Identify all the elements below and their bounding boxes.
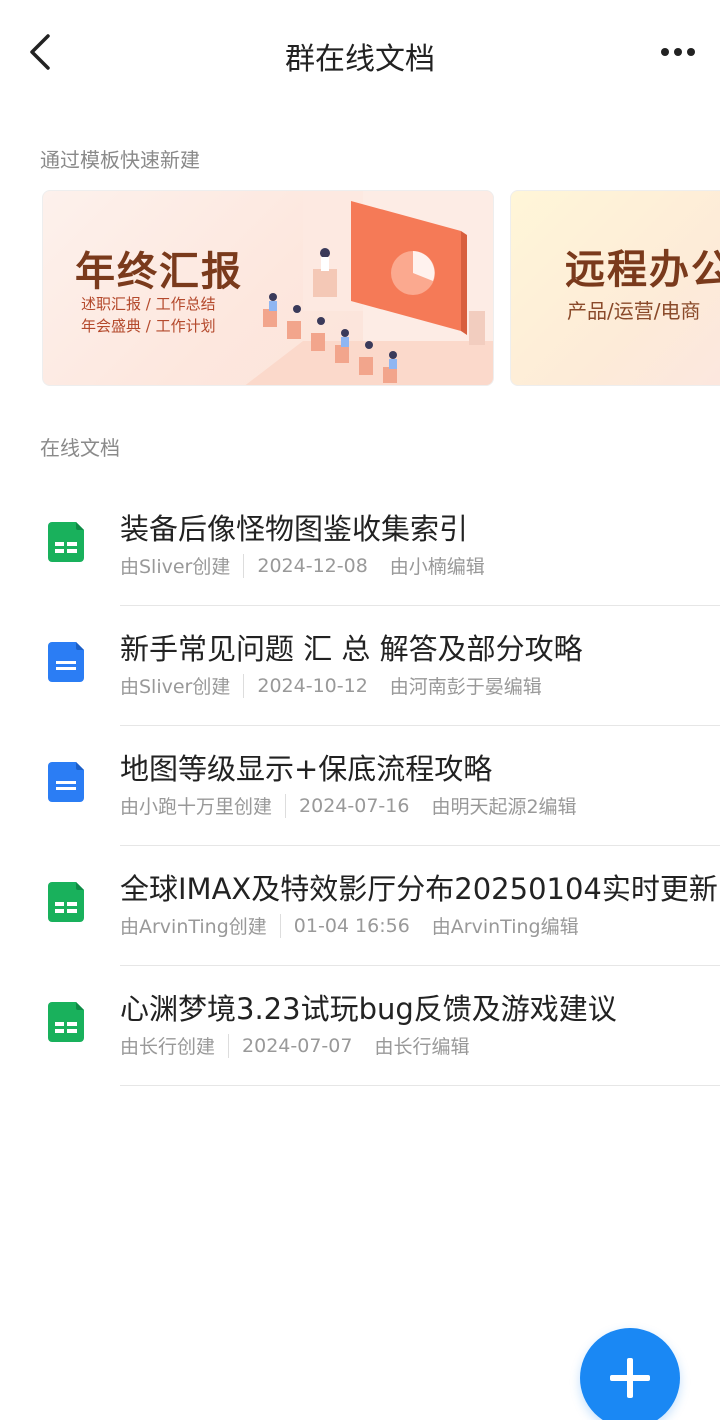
document-icon [48, 762, 84, 802]
template-carousel[interactable]: 年终汇报 述职汇报 / 工作总结 年会盛典 / 工作计划 远程办公 产品/运营/… [42, 190, 720, 386]
doc-title: 装备后像怪物图鉴收集索引 [120, 512, 469, 546]
spreadsheet-icon [48, 1002, 84, 1042]
doc-editor: 由河南彭于晏编辑 [389, 676, 542, 698]
doc-title: 地图等级显示+保底流程攻略 [120, 752, 493, 786]
doc-editor: 由小楠编辑 [389, 556, 485, 578]
doc-creator: 由小跑十万里创建 [120, 796, 273, 818]
template-card-subtitle: 产品/运营/电商 [567, 299, 701, 323]
doc-meta: 由Sliver创建 2024-12-08 由小楠编辑 [120, 552, 485, 579]
meta-divider [243, 553, 245, 578]
meta-divider [285, 793, 287, 818]
template-card-remote-work[interactable]: 远程办公 产品/运营/电商 [510, 190, 720, 386]
spreadsheet-icon [48, 522, 84, 562]
doc-list-item[interactable]: 地图等级显示+保底流程攻略 由小跑十万里创建 2024-07-16 由明天起源2… [0, 726, 720, 846]
divider [120, 1085, 720, 1086]
doc-date: 2024-07-07 [242, 1034, 353, 1057]
doc-date: 2024-07-16 [299, 794, 410, 817]
template-card-subtitle: 年会盛典 / 工作计划 [81, 317, 216, 335]
doc-meta: 由长行创建 2024-07-07 由长行编辑 [120, 1032, 469, 1059]
doc-creator: 由Sliver创建 [120, 676, 231, 698]
doc-title: 全球IMAX及特效影厅分布20250104实时更新 [120, 872, 718, 906]
templates-section-label: 通过模板快速新建 [40, 148, 200, 172]
doc-meta: 由ArvinTing创建 01-04 16:56 由ArvinTing编辑 [120, 912, 579, 939]
create-doc-button[interactable] [580, 1328, 680, 1420]
doc-editor: 由明天起源2编辑 [431, 796, 577, 818]
doc-meta: 由小跑十万里创建 2024-07-16 由明天起源2编辑 [120, 792, 577, 819]
doc-date: 01-04 16:56 [293, 914, 410, 937]
doc-editor: 由ArvinTing编辑 [431, 916, 579, 938]
meta-divider [243, 673, 245, 698]
top-bar: 群在线文档 [0, 0, 720, 106]
docs-section-label: 在线文档 [40, 436, 120, 460]
template-card-title: 年终汇报 [75, 249, 243, 295]
doc-list-item[interactable]: 装备后像怪物图鉴收集索引 由Sliver创建 2024-12-08 由小楠编辑 [0, 486, 720, 606]
plus-icon [610, 1358, 650, 1398]
spreadsheet-icon [48, 882, 84, 922]
doc-creator: 由ArvinTing创建 [120, 916, 267, 938]
doc-date: 2024-10-12 [257, 674, 368, 697]
doc-list: 装备后像怪物图鉴收集索引 由Sliver创建 2024-12-08 由小楠编辑 … [0, 486, 720, 1086]
template-card-subtitle: 述职汇报 / 工作总结 [81, 295, 216, 313]
doc-list-item[interactable]: 全球IMAX及特效影厅分布20250104实时更新 由ArvinTing创建 0… [0, 846, 720, 966]
doc-creator: 由长行创建 [120, 1036, 216, 1058]
more-button[interactable] [658, 36, 698, 68]
doc-creator: 由Sliver创建 [120, 556, 231, 578]
doc-list-item[interactable]: 新手常见问题 汇 总 解答及部分攻略 由Sliver创建 2024-10-12 … [0, 606, 720, 726]
presentation-illustration [245, 191, 493, 385]
template-card-year-end-report[interactable]: 年终汇报 述职汇报 / 工作总结 年会盛典 / 工作计划 [42, 190, 494, 386]
doc-list-item[interactable]: 心渊梦境3.23试玩bug反馈及游戏建议 由长行创建 2024-07-07 由长… [0, 966, 720, 1086]
page-title: 群在线文档 [285, 42, 435, 77]
doc-meta: 由Sliver创建 2024-10-12 由河南彭于晏编辑 [120, 672, 542, 699]
more-horizontal-icon [661, 48, 695, 56]
doc-title: 心渊梦境3.23试玩bug反馈及游戏建议 [120, 992, 617, 1026]
document-icon [48, 642, 84, 682]
doc-editor: 由长行编辑 [374, 1036, 470, 1058]
doc-title: 新手常见问题 汇 总 解答及部分攻略 [120, 632, 583, 666]
doc-date: 2024-12-08 [257, 554, 368, 577]
meta-divider [279, 913, 281, 938]
template-card-title: 远程办公 [565, 247, 720, 293]
meta-divider [228, 1033, 230, 1058]
